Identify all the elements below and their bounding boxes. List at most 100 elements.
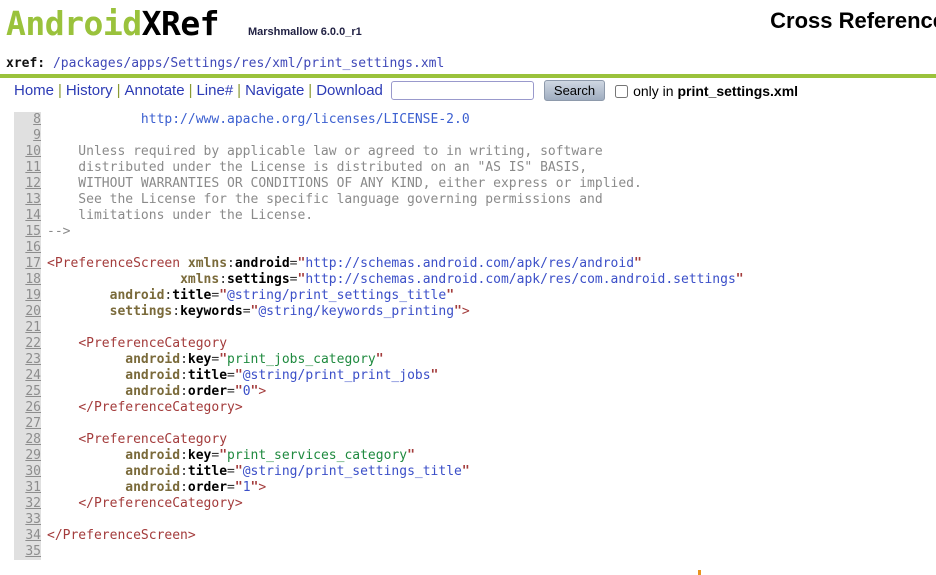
code-line: 23 android:key="print_jobs_category" xyxy=(0,352,744,368)
line-number[interactable]: 13 xyxy=(14,192,41,208)
line-number[interactable]: 28 xyxy=(14,432,41,448)
line-number[interactable]: 18 xyxy=(14,272,41,288)
line-number[interactable]: 26 xyxy=(14,400,41,416)
code-line: 14 limitations under the License. xyxy=(0,208,744,224)
code-token: keywords xyxy=(180,304,243,319)
line-number[interactable]: 8 xyxy=(14,112,41,128)
nav-link-download[interactable]: Download xyxy=(316,82,383,99)
line-number[interactable]: 33 xyxy=(14,512,41,528)
code-line: 24 android:title="@string/print_print_jo… xyxy=(0,368,744,384)
source-code-viewer[interactable]: 8 http://www.apache.org/licenses/LICENSE… xyxy=(0,112,936,575)
code-token: PreferenceCategory xyxy=(86,432,228,447)
line-number[interactable]: 17 xyxy=(14,256,41,272)
code-line-text: xmlns:settings="http://schemas.android.c… xyxy=(41,272,744,288)
search-button[interactable]: Search xyxy=(543,80,606,101)
code-token: PreferenceCategory xyxy=(93,496,235,511)
code-token: = xyxy=(227,368,235,383)
code-token: : xyxy=(180,448,188,463)
code-token: = xyxy=(242,304,251,319)
line-number[interactable]: 27 xyxy=(14,416,41,432)
line-number[interactable]: 14 xyxy=(14,208,41,224)
code-token: PreferenceScreen xyxy=(54,256,181,271)
line-number[interactable]: 25 xyxy=(14,384,41,400)
line-number[interactable]: 19 xyxy=(14,288,41,304)
line-number[interactable]: 21 xyxy=(14,320,41,336)
line-number[interactable]: 11 xyxy=(14,160,41,176)
code-token[interactable]: http://www.apache.org/licenses/LICENSE-2… xyxy=(141,112,470,127)
code-token: " xyxy=(446,288,455,303)
code-line-text: android:order="1"> xyxy=(41,480,266,496)
line-number[interactable]: 24 xyxy=(14,368,41,384)
line-number[interactable]: 23 xyxy=(14,352,41,368)
code-token: < xyxy=(47,256,55,271)
code-token: android xyxy=(125,448,181,463)
code-token: = xyxy=(227,384,235,399)
xref-path-link[interactable]: /packages/apps/Settings/res/xml/print_se… xyxy=(45,56,444,71)
line-number[interactable]: 20 xyxy=(14,304,41,320)
code-token: 0 xyxy=(242,384,251,399)
code-token: title xyxy=(187,368,228,383)
nav-link-navigate[interactable]: Navigate xyxy=(245,82,304,99)
nav-link-linenum[interactable]: Line# xyxy=(196,82,233,99)
nav-separator: | xyxy=(308,82,313,99)
code-token: " xyxy=(461,464,470,479)
code-token: : xyxy=(180,368,188,383)
only-in-file-checkbox[interactable] xyxy=(615,85,629,99)
xref-label: xref: xyxy=(6,56,46,71)
code-token: http://schemas.android.com/apk/res/com.a… xyxy=(305,272,736,287)
line-number[interactable]: 32 xyxy=(14,496,41,512)
code-token: settings xyxy=(109,304,173,319)
code-line: 31 android:order="1"> xyxy=(0,480,744,496)
code-line: 18 xmlns:settings="http://schemas.androi… xyxy=(0,272,744,288)
nav-separator: | xyxy=(58,82,62,99)
nav-link-history[interactable]: History xyxy=(66,82,113,99)
site-logo[interactable]: AndroidXRef xyxy=(6,4,220,43)
code-token: android xyxy=(125,464,181,479)
line-number[interactable]: 22 xyxy=(14,336,41,352)
search-input[interactable] xyxy=(390,81,534,100)
line-number[interactable]: 34 xyxy=(14,528,41,544)
toolbar: Home | History | Annotate | Line# | Navigate | Dow… xyxy=(0,80,936,108)
line-number[interactable]: 35 xyxy=(14,544,41,560)
code-token: PreferenceCategory xyxy=(86,336,228,351)
code-line-text: --> xyxy=(41,224,70,240)
code-token: > xyxy=(234,496,243,511)
code-line: 19 android:title="@string/print_settings… xyxy=(0,288,744,304)
line-number[interactable]: 15 xyxy=(14,224,41,240)
line-number[interactable]: 30 xyxy=(14,464,41,480)
code-line-text: WITHOUT WARRANTIES OR CONDITIONS OF ANY … xyxy=(41,176,642,192)
code-token: print_jobs_category xyxy=(227,352,376,367)
code-token: android xyxy=(125,352,181,367)
code-token: settings xyxy=(227,272,290,287)
code-line: 33 xyxy=(0,512,744,528)
code-line: 26 </PreferenceCategory> xyxy=(0,400,744,416)
nav-links: Home | History | Annotate | Line# | Navigate | Dow… xyxy=(0,82,383,99)
android-version-label: Marshmallow 6.0.0_r1 xyxy=(248,26,362,38)
nav-link-annotate[interactable]: Annotate xyxy=(125,82,185,99)
line-number[interactable]: 16 xyxy=(14,240,41,256)
code-token: @string/print_settings_title xyxy=(242,464,462,479)
nav-link-home[interactable]: Home xyxy=(14,82,54,99)
code-line: 22 <PreferenceCategory xyxy=(0,336,744,352)
code-token: : xyxy=(172,304,181,319)
only-in-file-option: only in print_settings.xml xyxy=(615,83,798,99)
code-token: : xyxy=(180,464,188,479)
line-number[interactable]: 10 xyxy=(14,144,41,160)
line-number[interactable]: 9 xyxy=(14,128,41,144)
line-number[interactable]: 12 xyxy=(14,176,41,192)
code-token: title xyxy=(187,464,228,479)
code-line-text: </PreferenceScreen> xyxy=(41,528,196,544)
line-number[interactable]: 31 xyxy=(14,480,41,496)
code-token: " xyxy=(219,288,228,303)
code-token: xmlns xyxy=(187,256,228,271)
line-number[interactable]: 29 xyxy=(14,448,41,464)
